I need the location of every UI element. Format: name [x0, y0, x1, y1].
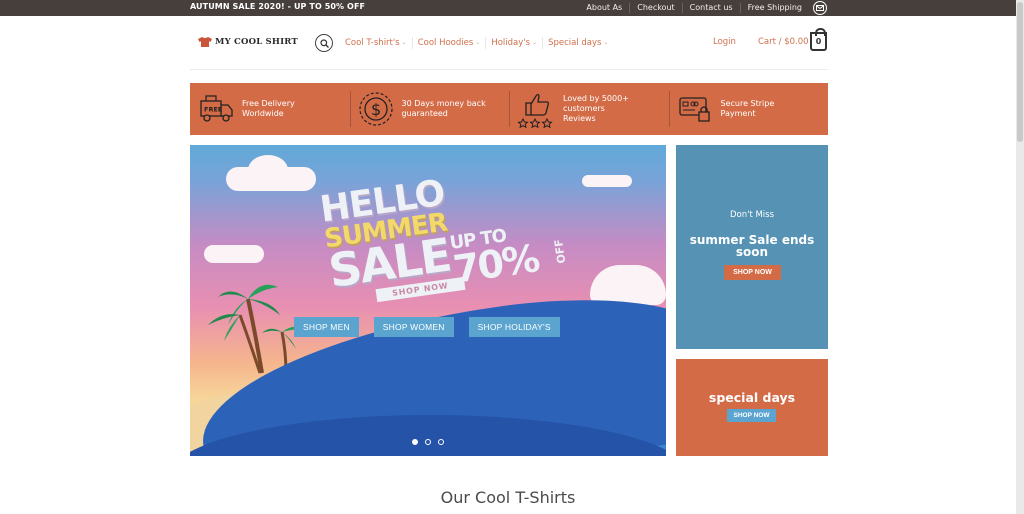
shop-women-button[interactable]: SHOP WOMEN [373, 317, 454, 337]
feature-money-back: $ 30 Days money back guaranteed [349, 83, 510, 135]
nav-item-cool-tshirts[interactable]: Cool T-shirt's ⌄ [340, 37, 412, 49]
logo-text: MY COOL SHIRT [215, 37, 298, 47]
chevron-down-icon: ⌄ [401, 39, 407, 46]
shop-men-button[interactable]: SHOP MEN [294, 317, 359, 337]
hero-percent-text: 70% [450, 236, 541, 292]
svg-text:$: $ [371, 100, 381, 119]
login-link[interactable]: Login [713, 37, 736, 47]
feature-text: Free Delivery Worldwide [242, 99, 295, 118]
chevron-down-icon: ⌄ [475, 39, 481, 46]
banner-pre-text: Don't Miss [729, 210, 775, 220]
chevron-down-icon: ⌄ [603, 39, 609, 46]
free-delivery-truck-icon: FREE [200, 95, 233, 122]
summer-sale-banner[interactable]: Don't Miss summer Sale ends soon SHOP NO… [676, 145, 828, 349]
top-link-checkout[interactable]: Checkout [629, 3, 681, 13]
thumbs-up-stars-icon [517, 93, 553, 128]
top-link-contact[interactable]: Contact us [681, 3, 740, 13]
top-link-about[interactable]: About As [579, 3, 629, 13]
feature-secure-payment: Secure Stripe Payment [668, 83, 829, 135]
feature-text: 30 Days money back guaranteed [401, 99, 486, 118]
cloud-shape [248, 155, 288, 185]
nav-item-holidays[interactable]: Holiday's ⌄ [485, 37, 542, 49]
slider-dot[interactable] [412, 439, 418, 445]
promo-text: AUTUMN SALE 2020! - UP TO 50% OFF [190, 2, 366, 11]
section-title: Our Cool T-Shirts [440, 488, 576, 507]
mail-icon[interactable] [813, 1, 827, 15]
cloud-shape [582, 175, 632, 187]
hero-slider[interactable]: HELLO SUMMER SALE UP TO 70% OFF SHOP NOW… [190, 145, 666, 456]
svg-text:FREE: FREE [204, 106, 222, 114]
cloud-shape [590, 265, 666, 305]
cart-count-badge[interactable]: 0 [810, 28, 827, 51]
top-link-free-shipping[interactable]: Free Shipping [739, 3, 809, 13]
scrollbar[interactable] [1016, 0, 1024, 514]
credit-card-lock-icon [678, 97, 710, 122]
top-bar: AUTUMN SALE 2020! - UP TO 50% OFF About … [0, 0, 1024, 16]
search-icon[interactable] [315, 34, 333, 52]
banner-title: summer Sale ends soon [689, 233, 815, 259]
features-band: FREE Free Delivery Worldwide $ 30 Days m… [190, 83, 828, 135]
hero-off-text: OFF [552, 238, 569, 265]
slider-dot[interactable] [438, 439, 444, 445]
shop-now-button[interactable]: SHOP NOW [727, 409, 776, 422]
dollar-coin-icon: $ [358, 92, 393, 126]
cart-link[interactable]: Cart / $0.00 [758, 37, 809, 47]
tshirt-logo-icon [198, 37, 212, 47]
nav-item-special-days[interactable]: Special days ⌄ [542, 37, 613, 49]
top-links: About As Checkout Contact us Free Shippi… [579, 1, 827, 15]
slider-dot[interactable] [425, 439, 431, 445]
shop-holidays-button[interactable]: SHOP HOLIDAY'S [468, 317, 560, 337]
feature-reviews: Loved by 5000+ customers Reviews [509, 83, 669, 135]
hero-buttons: SHOP MEN SHOP WOMEN SHOP HOLIDAY'S [294, 317, 560, 337]
special-days-banner[interactable]: special days SHOP NOW [676, 359, 828, 456]
logo[interactable]: MY COOL SHIRT [198, 37, 298, 47]
feature-text: Loved by 5000+ customers Reviews [563, 94, 629, 123]
cloud-shape [204, 245, 264, 263]
feature-free-delivery: FREE Free Delivery Worldwide [190, 83, 350, 135]
feature-text: Secure Stripe Payment [720, 99, 775, 118]
main-nav: Cool T-shirt's ⌄ Cool Hoodies ⌄ Holiday's ⌄… [340, 37, 614, 49]
slider-dots [412, 439, 444, 445]
page: AUTUMN SALE 2020! - UP TO 50% OFF About … [0, 0, 1024, 514]
nav-item-cool-hoodies[interactable]: Cool Hoodies ⌄ [411, 37, 486, 49]
chevron-down-icon: ⌄ [532, 39, 538, 46]
banner-title: special days [708, 390, 796, 405]
hero-headline: HELLO SUMMER SALE [318, 173, 456, 298]
shop-now-button[interactable]: SHOP NOW [724, 265, 781, 280]
site-header: MY COOL SHIRT Cool T-shirt's ⌄ Cool Hoodi… [190, 16, 828, 70]
scrollbar-thumb[interactable] [1017, 2, 1023, 142]
